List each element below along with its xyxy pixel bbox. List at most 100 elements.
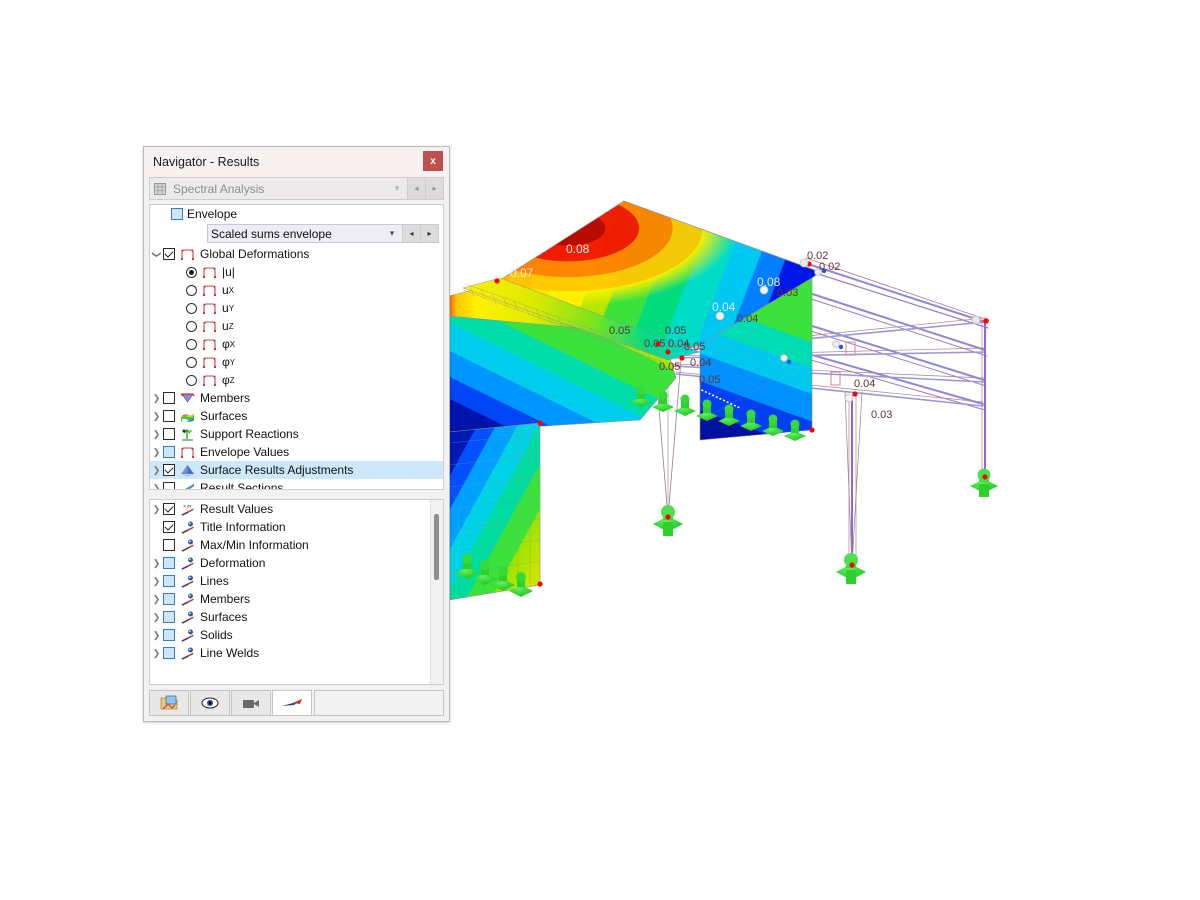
tree-row-label: Members [200, 592, 251, 606]
label-icon [179, 628, 196, 642]
analysis-type-combo[interactable]: Spectral Analysis ▾ ◂ ▸ [149, 177, 444, 200]
chevron-right-icon[interactable]: ❯ [150, 648, 163, 659]
tree-scrollbar[interactable] [430, 500, 443, 684]
chevron-right-icon[interactable]: ❯ [150, 429, 163, 440]
chevron-right-icon[interactable]: ❯ [150, 483, 163, 490]
chevron-right-icon[interactable]: ❯ [150, 576, 163, 587]
checkbox[interactable] [163, 446, 175, 458]
result-value-label: 0.05 [644, 338, 665, 350]
label-icon [179, 520, 196, 534]
results-tree-bottom[interactable]: ❯ x.xx Result Values Title Information Max/M… [149, 499, 444, 685]
tree-row-label: Max/Min Information [200, 538, 309, 552]
tree-row-max-min-information[interactable]: Max/Min Information [150, 536, 443, 554]
tree-row-members[interactable]: ❯ Members [150, 389, 443, 407]
checkbox[interactable] [163, 410, 175, 422]
tree-row-result-values[interactable]: ❯ x.xx Result Values [150, 500, 443, 518]
result-value-label: 0.02 [819, 261, 840, 273]
tree-row-members[interactable]: ❯ Members [150, 590, 443, 608]
tree-row-result-sections[interactable]: ❯ Result Sections [150, 479, 443, 490]
views-navigator-tab[interactable] [231, 690, 271, 715]
envelope-prev-button[interactable]: ◂ [402, 225, 420, 242]
result-value-label: 0.05 [609, 325, 630, 337]
navigator-tabs[interactable] [149, 690, 444, 716]
result-value-label: 0.05 [699, 374, 720, 386]
tree-row-global-deformations[interactable]: ❯ Global Deformations [150, 245, 443, 263]
tree-row-u[interactable]: |u| [150, 263, 443, 281]
tree-row-envelope[interactable]: Envelope [150, 205, 443, 223]
radio-button[interactable] [186, 266, 197, 278]
checkbox[interactable] [163, 647, 175, 659]
analysis-prev-button[interactable]: ◂ [407, 178, 425, 199]
tree-row-[interactable]: φX [150, 335, 443, 353]
checkbox[interactable] [163, 539, 175, 551]
radio-button[interactable] [186, 356, 197, 368]
radio-button[interactable] [186, 320, 197, 332]
chevron-down-icon[interactable]: ▾ [387, 178, 407, 199]
tree-row-envelope-values[interactable]: ❯ Envelope Values [150, 443, 443, 461]
panel-titlebar[interactable]: Navigator - Results x [144, 147, 449, 176]
checkbox[interactable] [163, 428, 175, 440]
checkbox[interactable] [163, 482, 175, 489]
analysis-next-button[interactable]: ▸ [425, 178, 443, 199]
tree-row-line-welds[interactable]: ❯ Line Welds [150, 644, 443, 662]
tree-row-label: Envelope Values [200, 445, 290, 459]
tree-row-u[interactable]: uY [150, 299, 443, 317]
tree-row-title-information[interactable]: Title Information [150, 518, 443, 536]
chevron-right-icon[interactable]: ❯ [150, 447, 163, 458]
checkbox[interactable] [163, 248, 175, 260]
chevron-right-icon[interactable]: ❯ [150, 465, 163, 476]
chevron-right-icon[interactable]: ❯ [150, 393, 163, 404]
close-icon[interactable]: x [423, 151, 443, 171]
analysis-type-value: Spectral Analysis [173, 181, 265, 196]
results-tree-top[interactable]: Envelope Scaled sums envelope ▾ ◂ ▸ ❯ Glo… [149, 204, 444, 490]
tree-row-label: Solids [200, 628, 233, 642]
tree-row-surfaces[interactable]: ❯ Surfaces [150, 608, 443, 626]
result-value-label: 0.04 [690, 357, 711, 369]
chevron-right-icon[interactable]: ❯ [150, 504, 163, 515]
envelope-frame-icon [201, 355, 218, 369]
tree-row-u[interactable]: uZ [150, 317, 443, 335]
tree-row-lines[interactable]: ❯ Lines [150, 572, 443, 590]
radio-button[interactable] [186, 338, 197, 350]
panel-splitter[interactable] [144, 490, 449, 499]
envelope-type-combo[interactable]: Scaled sums envelope ▾ ◂ ▸ [207, 224, 439, 243]
results-navigator-tab[interactable] [272, 690, 312, 715]
navigator-results-panel[interactable]: Navigator - Results x Spectral Analysis … [143, 146, 450, 722]
tree-row-solids[interactable]: ❯ Solids [150, 626, 443, 644]
checkbox[interactable] [163, 629, 175, 641]
chevron-right-icon[interactable]: ❯ [150, 612, 163, 623]
radio-button[interactable] [186, 374, 197, 386]
label-icon [179, 646, 196, 660]
tree-row-surfaces[interactable]: ❯ Surfaces [150, 407, 443, 425]
checkbox[interactable] [163, 575, 175, 587]
checkbox[interactable] [163, 611, 175, 623]
checkbox[interactable] [163, 521, 175, 533]
checkbox[interactable] [163, 392, 175, 404]
tree-row-surface-results-adjustments[interactable]: ❯ Surface Results Adjustments [150, 461, 443, 479]
tree-row-u[interactable]: uX [150, 281, 443, 299]
checkbox[interactable] [163, 503, 175, 515]
envelope-checkbox[interactable] [171, 208, 183, 220]
envelope-next-button[interactable]: ▸ [420, 225, 438, 242]
tree-row-label: |u| [222, 265, 235, 279]
chevron-right-icon[interactable]: ❯ [150, 558, 163, 569]
tree-row-subscript: Z [229, 375, 235, 385]
radio-button[interactable] [186, 284, 197, 296]
chevron-down-icon[interactable]: ▾ [382, 225, 402, 242]
chevron-right-icon[interactable]: ❯ [150, 411, 163, 422]
tree-row-[interactable]: φZ [150, 371, 443, 389]
radio-button[interactable] [186, 302, 197, 314]
chevron-right-icon[interactable]: ❯ [150, 594, 163, 605]
tree-scrollbar-thumb[interactable] [434, 514, 439, 580]
tree-row-deformation[interactable]: ❯ Deformation [150, 554, 443, 572]
chevron-right-icon[interactable]: ❯ [150, 630, 163, 641]
tree-row-support-reactions[interactable]: ❯ Support Reactions [150, 425, 443, 443]
project-navigator-tab[interactable] [149, 690, 189, 715]
display-navigator-tab[interactable] [190, 690, 230, 715]
chevron-down-icon[interactable]: ❯ [151, 248, 162, 261]
checkbox[interactable] [163, 464, 175, 476]
checkbox[interactable] [163, 557, 175, 569]
svg-text:x.xx: x.xx [183, 503, 192, 508]
checkbox[interactable] [163, 593, 175, 605]
tree-row-[interactable]: φY [150, 353, 443, 371]
